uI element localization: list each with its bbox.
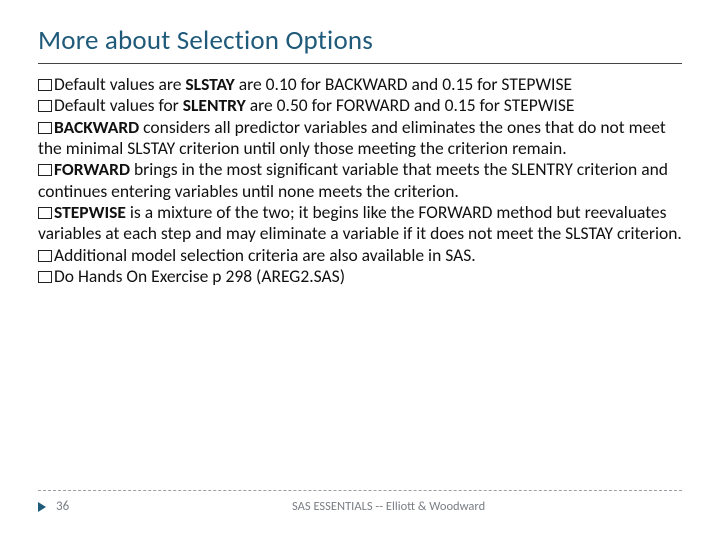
bullet-icon (38, 100, 52, 112)
slide-body: Default values are SLSTAY are 0.10 for B… (38, 74, 682, 287)
bullet-icon (38, 122, 52, 134)
bullet-icon (38, 271, 52, 283)
text: Default values for (54, 94, 183, 116)
text: is a mixture of the two; it begins like … (38, 201, 682, 244)
text: Additional model selection criteria are … (54, 244, 476, 266)
page-number: 36 (56, 499, 92, 514)
text: are 0.50 for FORWARD and 0.15 for STEPWI… (246, 94, 575, 116)
footer-rule (38, 490, 682, 491)
bold-text: SLENTRY (183, 94, 246, 116)
arrow-icon (38, 502, 46, 512)
bullet-icon (38, 207, 52, 219)
list-item: FORWARD brings in the most significant v… (38, 159, 682, 202)
footer-text: SAS ESSENTIALS -- Elliott & Woodward (292, 499, 485, 514)
title-rule (38, 63, 682, 64)
bold-text: FORWARD (54, 158, 130, 180)
bold-text: STEPWISE (54, 201, 126, 223)
text: brings in the most significant variable … (38, 158, 668, 201)
text: Default values are (54, 73, 185, 95)
list-item: Do Hands On Exercise p 298 (AREG2.SAS) (38, 266, 682, 287)
list-item: STEPWISE is a mixture of the two; it beg… (38, 202, 682, 245)
bold-text: BACKWARD (54, 116, 139, 138)
slide-footer: 36 SAS ESSENTIALS -- Elliott & Woodward (38, 490, 682, 514)
list-item: Default values are SLSTAY are 0.10 for B… (38, 74, 682, 95)
bold-text: SLSTAY (185, 73, 234, 95)
text: Do Hands On Exercise p 298 (AREG2.SAS) (54, 265, 345, 287)
bullet-icon (38, 250, 52, 262)
slide-title: More about Selection Options (38, 24, 682, 57)
list-item: BACKWARD considers all predictor variabl… (38, 117, 682, 160)
bullet-icon (38, 79, 52, 91)
bullet-icon (38, 164, 52, 176)
text: are 0.10 for BACKWARD and 0.15 for STEPW… (235, 73, 572, 95)
list-item: Additional model selection criteria are … (38, 245, 682, 266)
list-item: Default values for SLENTRY are 0.50 for … (38, 95, 682, 116)
